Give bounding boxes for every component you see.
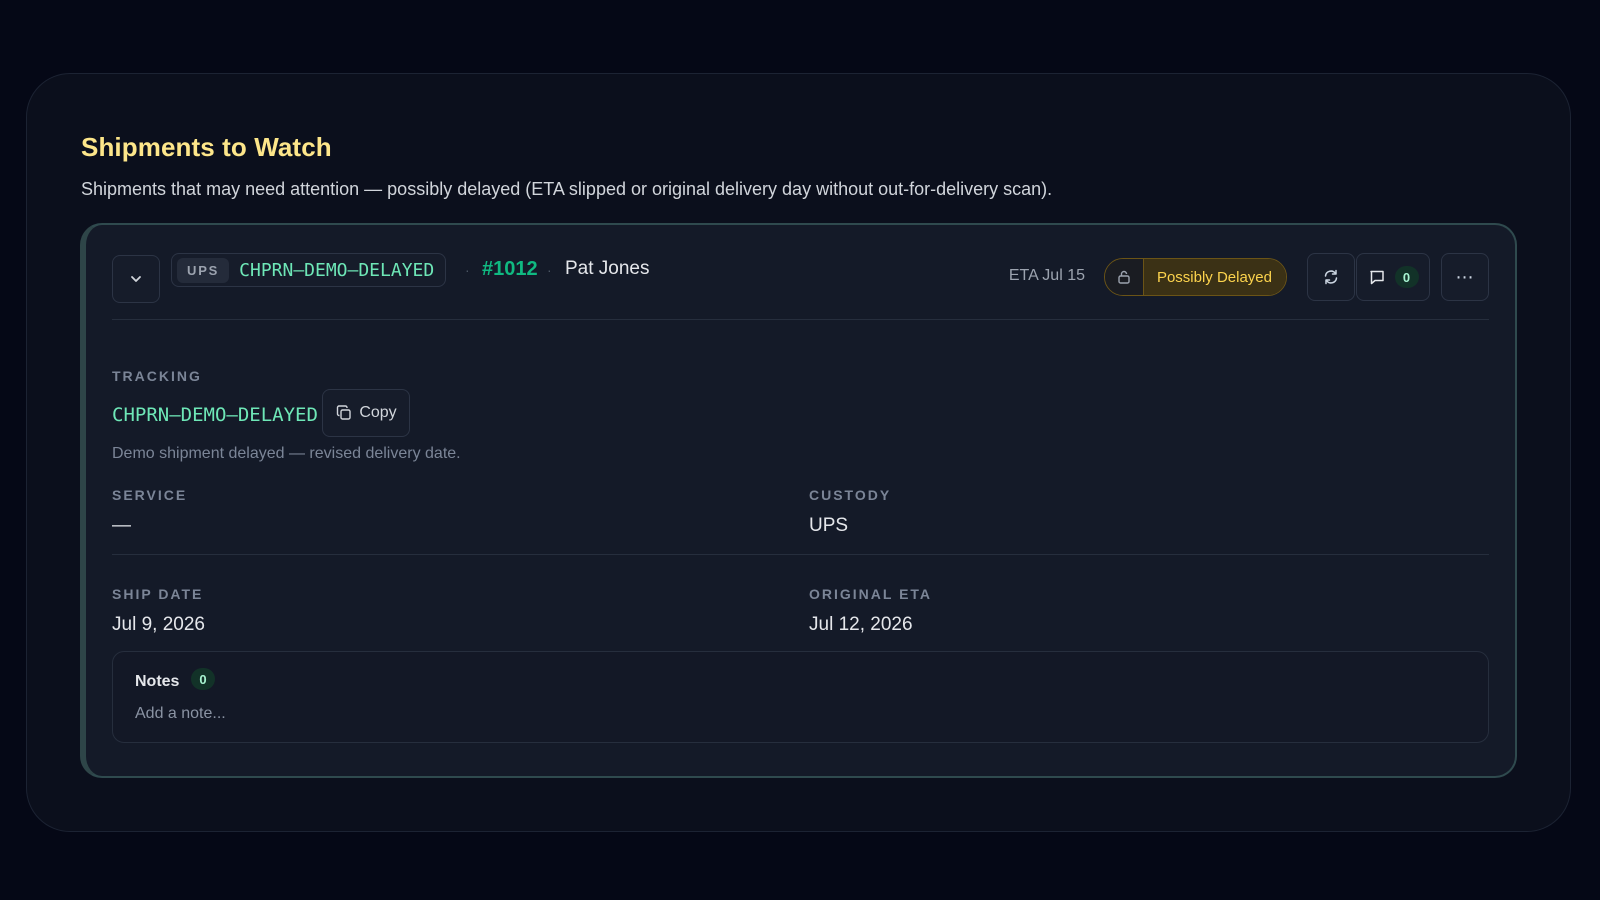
order-number-link[interactable]: #1012 [482,258,538,281]
notes-section: Notes 0 [112,651,1489,743]
comments-button[interactable]: 0 [1356,253,1430,301]
separator-dot: · [465,262,470,278]
header-divider [112,319,1489,320]
comment-count-badge: 0 [1394,266,1419,288]
original-eta-value: Jul 12, 2026 [809,614,913,635]
section-title: Shipments to Watch [81,132,332,162]
customer-name: Pat Jones [565,258,650,279]
eta-text: ETA Jul 15 [1008,267,1085,284]
section-description: Shipments that may need attention — poss… [81,179,1053,199]
more-icon: ⋯ [1455,266,1475,287]
ship-date-value: Jul 9, 2026 [112,614,205,635]
status-lock-toggle[interactable] [1104,259,1144,295]
custody-label: Custody [809,487,892,503]
shipment-header: UPS CHPRN–DEMO–DELAYED · #1012 · Pat Jon… [112,253,1489,303]
original-eta-label: Original ETA [809,586,933,602]
notes-count-badge: 0 [191,668,215,690]
add-note-input[interactable] [135,705,735,723]
separator-dot: · [547,262,552,278]
custody-value: UPS [809,515,849,536]
more-options-button[interactable]: ⋯ [1441,253,1489,301]
tracking-message: Demo shipment delayed — revised delivery… [112,445,461,462]
header-tracking-number: CHPRN–DEMO–DELAYED [239,259,435,281]
copy-label: Copy [359,404,397,421]
chevron-down-icon [131,276,141,282]
refresh-icon [1324,269,1338,285]
service-label: Service [112,487,188,503]
shipment-card: UPS CHPRN–DEMO–DELAYED · #1012 · Pat Jon… [80,223,1517,778]
carrier-tracking-pill[interactable]: UPS CHPRN–DEMO–DELAYED [171,253,447,287]
unlock-icon [1118,270,1130,284]
comment-icon [1369,270,1384,285]
status-group: Possibly Delayed [1103,258,1287,296]
status-badge[interactable]: Possibly Delayed [1143,259,1286,295]
shipments-panel: Shipments to Watch Shipments that may ne… [26,73,1571,832]
row-divider [112,554,1489,555]
notes-title: Notes [135,673,180,690]
refresh-button[interactable] [1307,253,1355,301]
carrier-tag: UPS [177,257,230,283]
service-value: — [112,515,131,536]
tracking-number: CHPRN–DEMO–DELAYED [112,404,318,426]
collapse-toggle-button[interactable] [112,255,160,303]
copy-tracking-button[interactable]: Copy [322,389,410,437]
ship-date-label: Ship Date [112,586,204,602]
copy-icon [337,405,352,420]
tracking-label: Tracking [112,368,202,384]
